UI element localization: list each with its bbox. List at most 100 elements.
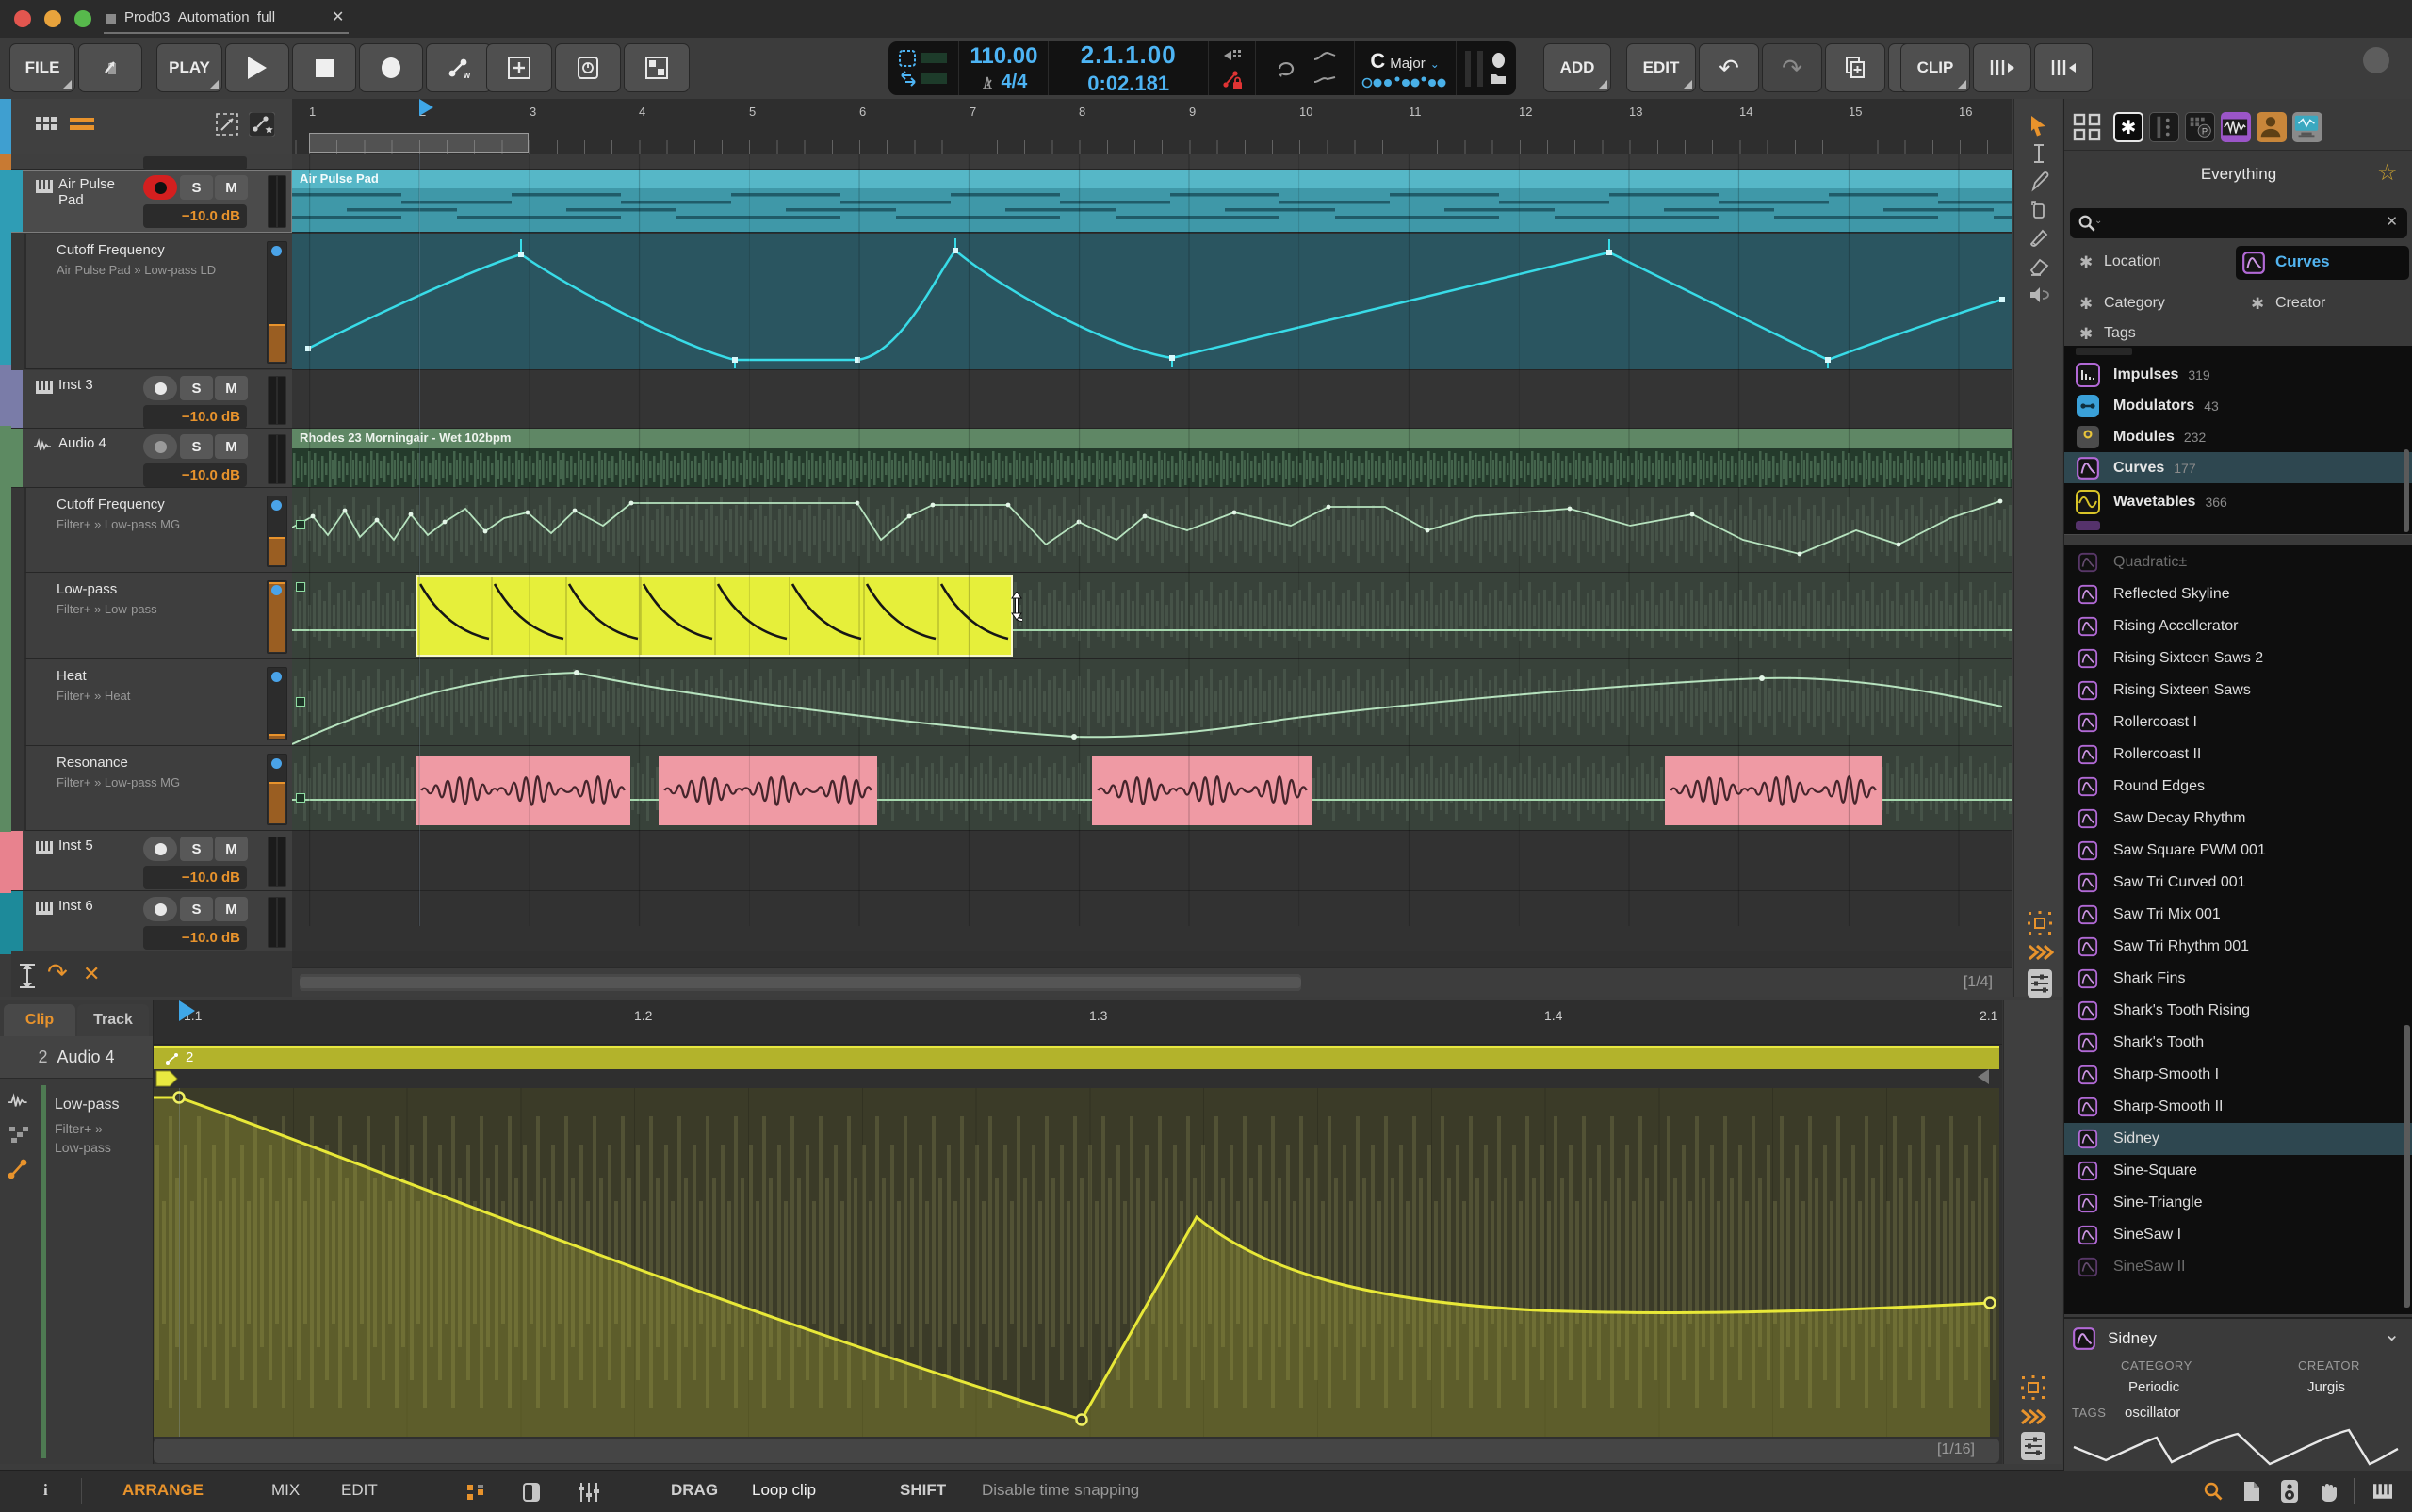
- tempo-section[interactable]: 110.00 4/4: [959, 41, 1049, 95]
- mute-button[interactable]: M: [215, 175, 248, 200]
- category-row-modules[interactable]: Modules232: [2064, 421, 2412, 452]
- lane-fader[interactable]: [267, 580, 287, 654]
- browser-context-title[interactable]: Everything: [2064, 165, 2412, 184]
- info-collapse-chevron[interactable]: ⌄: [2384, 1323, 2400, 1346]
- mute-button[interactable]: M: [215, 897, 248, 921]
- knife-tool-icon[interactable]: [2028, 227, 2050, 250]
- heat-curve[interactable]: [292, 659, 2012, 746]
- record-button[interactable]: [359, 43, 423, 92]
- result-row[interactable]: Rising Sixteen Saws 2: [2064, 642, 2412, 675]
- record-arm-button[interactable]: [143, 837, 177, 861]
- result-row[interactable]: Saw Tri Rhythm 001: [2064, 931, 2412, 963]
- automation-mode-icon[interactable]: [249, 112, 275, 137]
- track-name[interactable]: Inst 3: [58, 377, 139, 393]
- result-row[interactable]: Sine-Square: [2064, 1155, 2412, 1187]
- play-menu-button[interactable]: PLAY: [156, 43, 222, 92]
- mixer-toggle-icon[interactable]: [577, 1481, 601, 1504]
- cutoff-mg-curve[interactable]: [292, 488, 2012, 573]
- clip-launcher-toggle[interactable]: [555, 43, 621, 92]
- track-volume[interactable]: −10.0 dB: [143, 926, 247, 950]
- position-section[interactable]: 2.1.1.00 0:02.181: [1049, 41, 1208, 95]
- edit-arrow-button[interactable]: [78, 43, 142, 92]
- editor-lane-name[interactable]: Low-pass: [55, 1097, 119, 1114]
- browser-tab-grid-icon[interactable]: [2072, 112, 2102, 142]
- result-row[interactable]: Saw Square PWM 001: [2064, 835, 2412, 867]
- automation-anchor[interactable]: [296, 793, 305, 803]
- mute-button[interactable]: M: [215, 837, 248, 861]
- editor-playhead-marker[interactable]: [179, 1000, 195, 1021]
- result-row[interactable]: Saw Tri Curved 001: [2064, 867, 2412, 899]
- lane-fader[interactable]: [267, 496, 287, 567]
- clip-title[interactable]: Rhodes 23 Morningair - Wet 102bpm: [292, 429, 2012, 448]
- close-project-icon[interactable]: ✕: [332, 8, 344, 26]
- yellow-automation-clip[interactable]: [416, 575, 1013, 657]
- key-section[interactable]: C Major ⌄: [1355, 41, 1457, 95]
- loop-region[interactable]: [309, 133, 529, 153]
- results-scrollbar[interactable]: [2404, 1025, 2410, 1308]
- editor-ruler[interactable]: 1.1 1.2 1.3 1.4 2.1: [154, 1000, 2002, 1045]
- result-row[interactable]: Shark Fins: [2064, 963, 2412, 995]
- track-name[interactable]: Inst 5: [58, 837, 139, 854]
- result-row[interactable]: Quadratic±: [2064, 546, 2412, 578]
- file-menu-button[interactable]: FILE: [9, 43, 75, 92]
- editor-settings-button[interactable]: [2021, 1432, 2045, 1460]
- snap-toggle-icon[interactable]: [2028, 911, 2052, 935]
- clip-start-marker[interactable]: [155, 1070, 180, 1087]
- solo-button[interactable]: S: [180, 837, 213, 861]
- playhead-marker[interactable]: [419, 99, 433, 116]
- result-row[interactable]: SineSaw II: [2064, 1251, 2412, 1283]
- result-row-selected[interactable]: Sidney: [2064, 1123, 2412, 1155]
- dashboard-globe-icon[interactable]: [2363, 47, 2389, 73]
- automation-controls[interactable]: [1209, 41, 1257, 95]
- automation-region-cutoff-mg[interactable]: [292, 488, 2012, 573]
- expand-lanes-icon[interactable]: [2028, 943, 2054, 962]
- solo-button[interactable]: S: [180, 434, 213, 459]
- creator-value[interactable]: Jurgis: [2307, 1379, 2345, 1395]
- audition-speaker-icon[interactable]: [2280, 1479, 2299, 1504]
- record-arm-button[interactable]: [143, 376, 177, 400]
- automation-region-resonance[interactable]: [292, 746, 2012, 831]
- automation-anchor[interactable]: [296, 582, 305, 592]
- horizontal-scrollbar[interactable]: [300, 974, 1301, 991]
- file-preview-icon[interactable]: [2242, 1480, 2261, 1503]
- lane-fader[interactable]: [267, 667, 287, 740]
- follow-playback-icon[interactable]: ↷: [47, 958, 68, 987]
- mute-button[interactable]: M: [215, 434, 248, 459]
- track-volume[interactable]: −10.0 dB: [143, 866, 247, 889]
- editor-scroll-row[interactable]: [1/16]: [154, 1439, 1999, 1463]
- quantize-end-button[interactable]: [2034, 43, 2093, 92]
- editor-expand-icon[interactable]: [2020, 1407, 2046, 1426]
- clip-editor-timeline[interactable]: 1.1 1.2 1.3 1.4 2.1 2: [154, 1000, 2002, 1464]
- automation-anchor[interactable]: [296, 697, 305, 707]
- keyboard-icon[interactable]: [2371, 1482, 2395, 1501]
- browser-tab-samples-icon[interactable]: [2221, 112, 2251, 142]
- add-track-button[interactable]: [486, 43, 552, 92]
- result-row[interactable]: Rollercoast I: [2064, 707, 2412, 739]
- stop-button[interactable]: [292, 43, 356, 92]
- category-row-partial[interactable]: [2064, 346, 2412, 357]
- arranger-timeline[interactable]: 12 34 56 78 910 1112 1314 1516 Air Pulse…: [292, 99, 2012, 997]
- browser-search-icon[interactable]: [2203, 1481, 2224, 1502]
- editor-clip-bar[interactable]: 2: [154, 1046, 1999, 1071]
- clip-end-marker[interactable]: [1978, 1069, 1989, 1084]
- resonance-clip-4[interactable]: [1665, 756, 1882, 825]
- tab-track[interactable]: Track: [77, 1004, 149, 1036]
- solo-button[interactable]: S: [180, 897, 213, 921]
- arranger-row-inst5[interactable]: [292, 831, 2012, 891]
- track-row-air-pulse-pad[interactable]: Air Pulse Pad S M −10.0 dB: [11, 170, 292, 233]
- duplicate-button[interactable]: [1825, 43, 1885, 92]
- object-tool-icon[interactable]: [2028, 199, 2050, 221]
- resonance-clip-3[interactable]: [1092, 756, 1312, 825]
- clear-automation-icon[interactable]: ✕: [83, 962, 100, 986]
- category-scrollbar[interactable]: [2404, 449, 2409, 532]
- solo-button[interactable]: S: [180, 376, 213, 400]
- filter-category[interactable]: Category: [2104, 295, 2165, 312]
- arranger-ruler[interactable]: 12 34 56 78 910 1112 1314 1516: [292, 99, 2012, 154]
- quantize-start-button[interactable]: [1973, 43, 2031, 92]
- category-row-modulators[interactable]: Modulators43: [2064, 390, 2412, 421]
- eraser-tool-icon[interactable]: [2028, 255, 2050, 278]
- project-tab-title[interactable]: Prod03_Automation_full: [124, 9, 275, 25]
- clip-air-pulse-pad[interactable]: Air Pulse Pad: [292, 170, 2012, 233]
- browser-tab-everything-icon[interactable]: ✱: [2113, 112, 2143, 142]
- info-toggle[interactable]: i: [43, 1481, 48, 1500]
